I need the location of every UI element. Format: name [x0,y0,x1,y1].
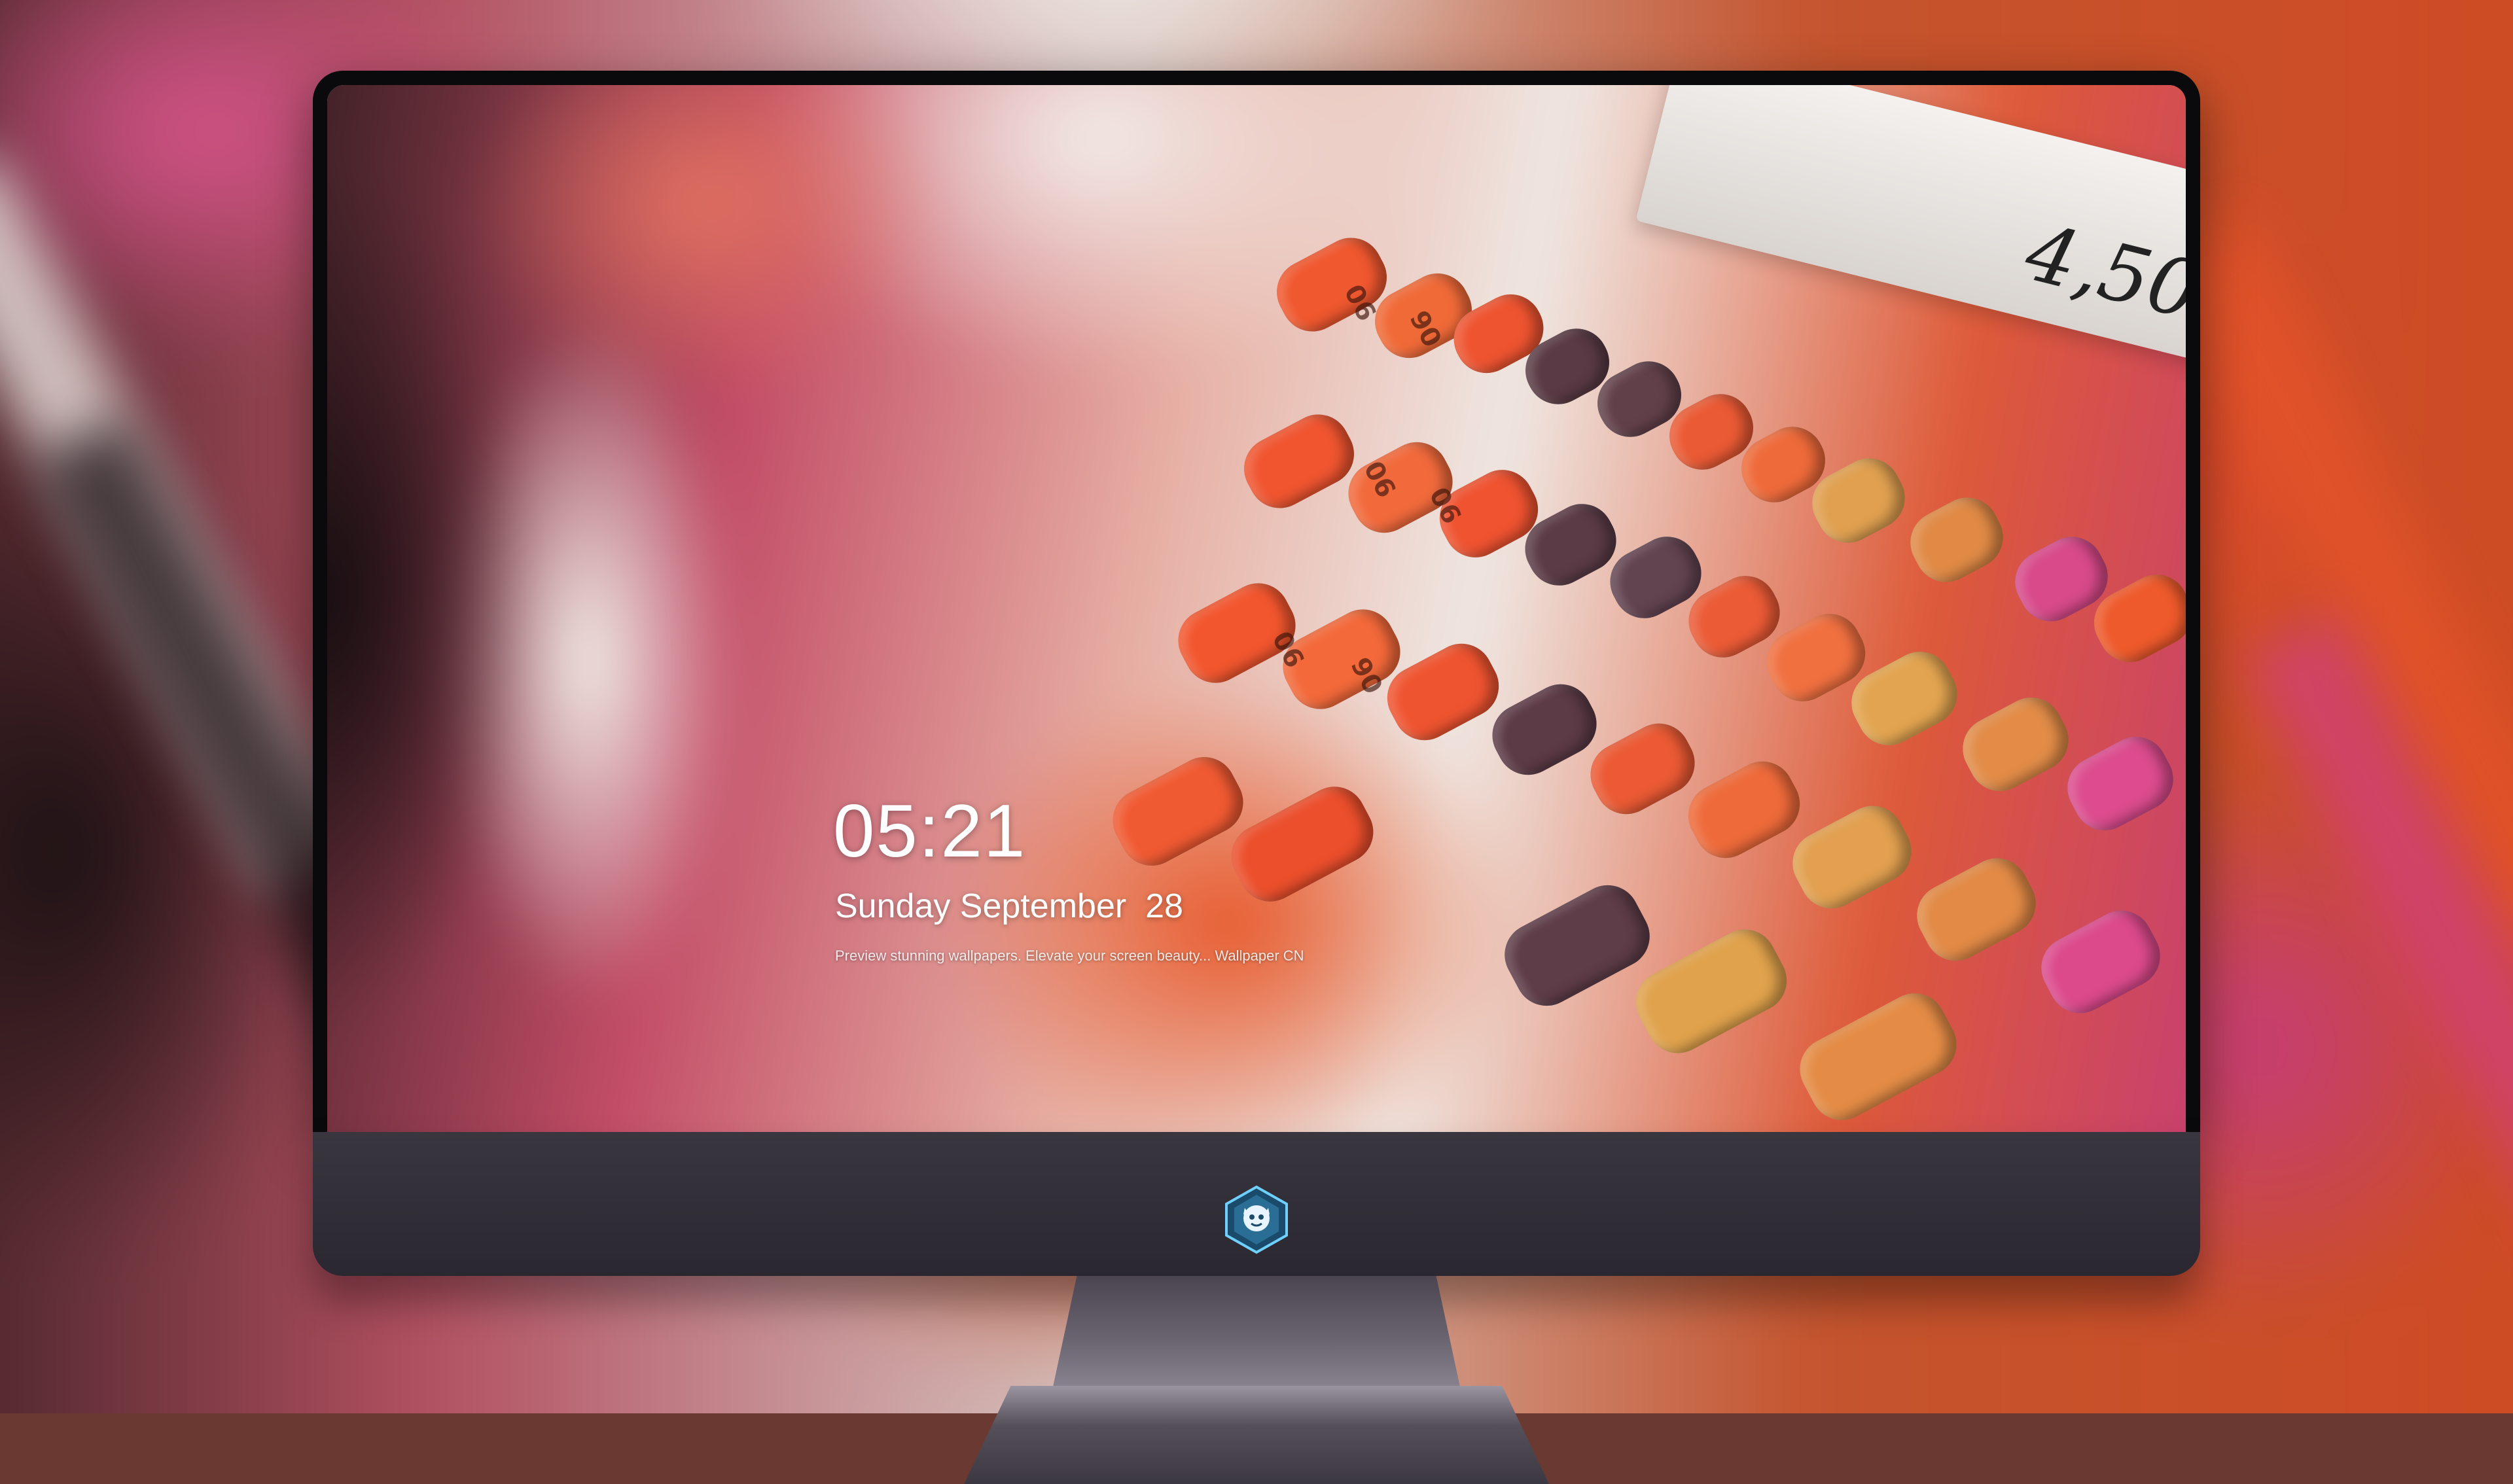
price-tag: 4,50 [2016,207,2186,338]
monitor-chin [313,1132,2200,1276]
date-label: Sunday September 28 [835,887,1183,925]
clock-time: 05:21 [833,790,1027,873]
monitor-stand-base [964,1386,1549,1484]
brand-logo-icon [1225,1185,1288,1254]
monitor-stand-neck [1052,1276,1461,1390]
monitor-bezel: 4,50 06 90 06 06 06 90 05:21 Sunday Sept… [313,71,2200,1132]
imac-monitor: 4,50 06 90 06 06 06 90 05:21 Sunday Sept… [313,71,2200,1484]
wallpaper-tagline[interactable]: Preview stunning wallpapers. Elevate you… [835,947,1304,964]
wallpaper: 4,50 06 90 06 06 06 90 [327,85,2186,1132]
screen: 4,50 06 90 06 06 06 90 05:21 Sunday Sept… [327,85,2186,1132]
